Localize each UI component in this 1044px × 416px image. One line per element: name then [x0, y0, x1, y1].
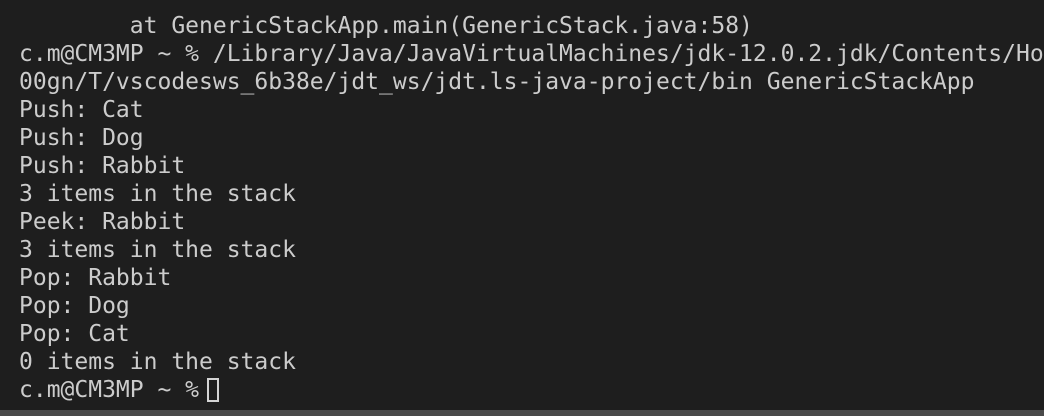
output-line: Pop: Cat	[19, 321, 130, 347]
terminal-bottom-border	[0, 410, 1044, 416]
text-cursor[interactable]	[207, 378, 220, 402]
output-line: Push: Rabbit	[19, 153, 186, 179]
terminal-window[interactable]: at GenericStackApp.main(GenericStack.jav…	[0, 0, 1044, 416]
terminal-output: at GenericStackApp.main(GenericStack.jav…	[19, 12, 1044, 404]
output-line-command-continued: 00gn/T/vscodesws_6b38e/jdt_ws/jdt.ls-jav…	[19, 69, 975, 95]
output-line: Push: Dog	[19, 125, 144, 151]
output-line: 3 items in the stack	[19, 237, 296, 263]
output-line-stacktrace: at GenericStackApp.main(GenericStack.jav…	[19, 13, 753, 39]
output-line: Pop: Rabbit	[19, 265, 172, 291]
output-line: Pop: Dog	[19, 293, 130, 319]
command-prompt-line[interactable]: c.m@CM3MP ~ %	[19, 376, 1044, 404]
output-line: 3 items in the stack	[19, 181, 296, 207]
output-line: Push: Cat	[19, 97, 144, 123]
output-line: Peek: Rabbit	[19, 209, 186, 235]
output-line-command: c.m@CM3MP ~ % /Library/Java/JavaVirtualM…	[19, 41, 1044, 67]
output-line: 0 items in the stack	[19, 349, 296, 375]
shell-prompt: c.m@CM3MP ~ %	[19, 377, 200, 403]
